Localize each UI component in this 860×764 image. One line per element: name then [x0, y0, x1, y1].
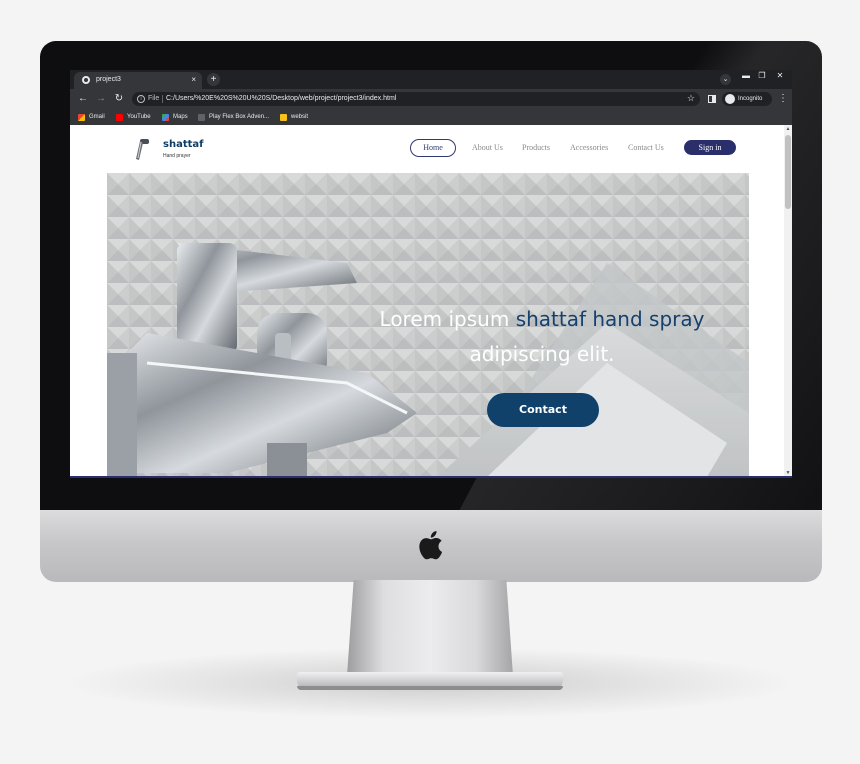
tab-title: project3	[96, 76, 121, 83]
close-window-button[interactable]: ✕	[770, 70, 790, 81]
close-tab-icon[interactable]: ×	[191, 75, 196, 84]
play-icon	[198, 113, 205, 121]
maps-icon	[162, 113, 169, 121]
new-tab-button[interactable]: +	[207, 73, 220, 86]
back-button[interactable]: ←	[76, 92, 90, 106]
nav-home[interactable]: Home	[410, 139, 456, 157]
tab-project3[interactable]: project3 ×	[74, 72, 202, 89]
site-header: shattaf Hand prayer Home About Us Produc…	[107, 125, 749, 173]
window-controls: ▬ ❐ ✕	[738, 70, 790, 82]
profile-label: Incognito	[738, 96, 763, 102]
minimize-button[interactable]: ▬	[738, 70, 754, 81]
hero-headline-plain: Lorem ipsum	[379, 307, 516, 331]
browser-menu-button[interactable]: ⋮	[778, 92, 788, 106]
youtube-icon	[116, 113, 123, 121]
page-viewport: shattaf Hand prayer Home About Us Produc…	[70, 125, 792, 477]
contact-button[interactable]: Contact	[487, 393, 599, 427]
apple-logo-icon	[419, 531, 443, 560]
browser-toolbar: ← → ↻ i File C:/Users/%20E%20S%20U%20S/D…	[70, 89, 792, 109]
stand-foot-edge	[297, 686, 563, 690]
url-text[interactable]: C:/Users/%20E%20S%20U%20S/Desktop/web/pr…	[166, 95, 396, 102]
side-panel-icon[interactable]	[708, 95, 716, 103]
scroll-up-arrow-icon[interactable]: ▲	[785, 126, 791, 132]
monitor-stand	[347, 580, 513, 676]
hero-headline-line1: Lorem ipsum shattaf hand spray	[307, 307, 749, 331]
logo-name[interactable]: shattaf	[163, 139, 203, 150]
bookmark-label: Maps	[173, 114, 188, 120]
hero-banner: Lorem ipsum shattaf hand spray adipiscin…	[107, 173, 749, 477]
tab-strip: project3 × + ⌄ ▬ ❐ ✕	[70, 70, 792, 89]
bookmark-gmail[interactable]: Gmail	[78, 112, 105, 122]
hero-headline-accent: shattaf hand spray	[515, 307, 705, 331]
nav-about-us[interactable]: About Us	[472, 143, 503, 152]
folder-icon	[280, 113, 287, 121]
signin-button[interactable]: Sign in	[684, 140, 736, 155]
bookmarks-bar: Gmail YouTube Maps Play Flex Box Adven..…	[70, 109, 792, 125]
forward-button[interactable]: →	[94, 92, 108, 106]
bookmark-label: YouTube	[127, 114, 151, 120]
bookmark-websit[interactable]: websit	[280, 112, 308, 122]
nav-products[interactable]: Products	[522, 143, 550, 152]
nav-accessories[interactable]: Accessories	[570, 143, 608, 152]
bookmark-star-icon[interactable]: ☆	[687, 93, 695, 104]
globe-icon	[82, 76, 90, 84]
address-divider	[162, 95, 163, 103]
scroll-thumb[interactable]	[785, 135, 791, 209]
address-bar[interactable]: i File C:/Users/%20E%20S%20U%20S/Desktop…	[132, 92, 700, 106]
bookmark-play-flex-box[interactable]: Play Flex Box Adven...	[198, 112, 269, 122]
page-scrollbar[interactable]: ▲ ▼	[784, 125, 792, 477]
nav-contact-us[interactable]: Contact Us	[628, 143, 664, 152]
tab-search-button[interactable]: ⌄	[720, 74, 731, 85]
bookmark-label: websit	[291, 114, 309, 120]
hero-headline-line2: adipiscing elit.	[469, 342, 615, 366]
logo-tagline: Hand prayer	[163, 153, 191, 159]
incognito-icon	[725, 94, 735, 104]
bookmark-maps[interactable]: Maps	[162, 112, 188, 122]
screen-bottom-edge	[70, 476, 792, 478]
gmail-icon	[78, 113, 85, 121]
browser-window: project3 × + ⌄ ▬ ❐ ✕ ← → ↻ i File C:/Use…	[70, 70, 792, 477]
hand-sprayer-icon	[136, 139, 149, 160]
bookmark-label: Gmail	[89, 114, 105, 120]
profile-button[interactable]: Incognito	[722, 92, 772, 106]
info-icon[interactable]: i	[137, 95, 145, 103]
restore-button[interactable]: ❐	[754, 70, 770, 81]
url-scheme: File	[148, 95, 160, 102]
bookmark-youtube[interactable]: YouTube	[116, 112, 151, 122]
bookmark-label: Play Flex Box Adven...	[209, 114, 270, 120]
reload-button[interactable]: ↻	[112, 92, 126, 106]
